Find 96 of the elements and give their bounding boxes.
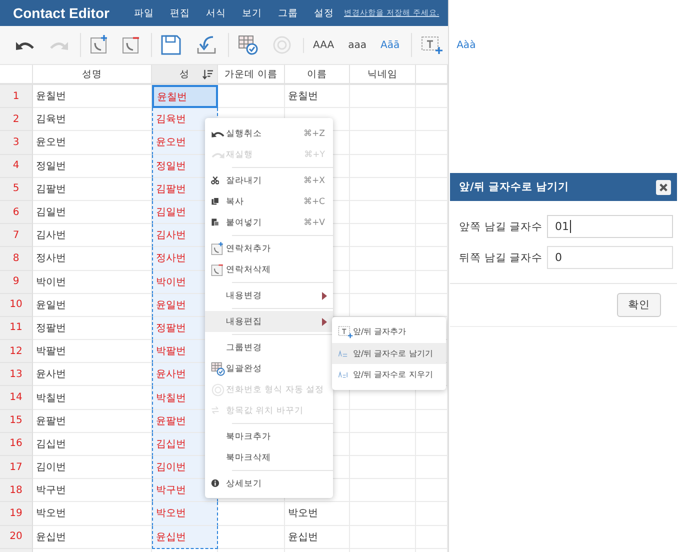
- info-icon: [211, 479, 220, 488]
- swap-arrows-icon: [211, 406, 220, 415]
- row-number: 14: [0, 386, 33, 410]
- confirm-button[interactable]: 확인: [617, 293, 661, 317]
- text-style-button[interactable]: Aàà: [452, 38, 480, 52]
- phone-minus-icon: [122, 35, 140, 55]
- text-cursor: [570, 220, 572, 233]
- window-title: Contact Editor: [13, 5, 110, 21]
- table-cell: [416, 410, 448, 433]
- column-header[interactable]: 가운데 이름: [218, 65, 285, 85]
- row-number: 1: [0, 85, 33, 108]
- table-cell: [218, 502, 285, 526]
- table-cell: 윤칠번: [285, 85, 350, 108]
- menu-item[interactable]: 편집: [162, 6, 198, 20]
- input-field[interactable]: 0: [547, 246, 673, 269]
- row-number: 11: [0, 316, 33, 340]
- paste-icon: [211, 218, 220, 227]
- table-cell: [416, 178, 448, 201]
- table-cell: [218, 526, 285, 549]
- menu-item[interactable]: 서식: [198, 6, 234, 20]
- row-number: 9: [0, 270, 33, 294]
- text-style-button[interactable]: Aāā: [376, 38, 404, 52]
- table-cell: [416, 131, 448, 155]
- row-number: 13: [0, 363, 33, 386]
- text-style-button[interactable]: aaa: [344, 38, 370, 52]
- menu-item[interactable]: 보기: [234, 6, 270, 20]
- dialog-title: 앞/뒤 글자수로 남기기: [459, 180, 570, 194]
- close-button[interactable]: [656, 180, 671, 194]
- table-cell: [416, 432, 448, 456]
- column-header[interactable]: 이름: [285, 65, 350, 85]
- table-cell: [416, 270, 448, 294]
- row-number: 19: [0, 502, 33, 526]
- menu-item[interactable]: 그룹: [270, 6, 306, 20]
- column-header[interactable]: 닉네임: [350, 65, 416, 85]
- row-number: 6: [0, 200, 33, 224]
- field-label: 앞쪽 남길 글자수: [459, 220, 539, 234]
- globe-icon: [211, 382, 225, 396]
- table-cell: [416, 502, 448, 526]
- table-cell: 윤십번: [285, 526, 350, 549]
- grid-check-icon: [238, 35, 258, 55]
- column-header[interactable]: 성명: [33, 65, 152, 85]
- text-insert-icon: [420, 35, 443, 55]
- table-cell: 박오번: [152, 502, 218, 526]
- table-cell: [416, 200, 448, 224]
- text-style-button[interactable]: AAA: [303, 38, 338, 52]
- table-cell: [416, 224, 448, 248]
- row-number: 12: [0, 340, 33, 364]
- menu-item[interactable]: 앞/뒤 글자수로 지우기: [332, 364, 446, 386]
- close-icon: [659, 182, 668, 192]
- shortcut-label: ⌘+V: [304, 218, 325, 228]
- row-number: 2: [0, 108, 33, 132]
- menu-item[interactable]: 앞/뒤 글자추가: [332, 321, 446, 342]
- table-cell: [416, 247, 448, 270]
- shortcut-label: ⌘+X: [304, 176, 325, 186]
- menu-item[interactable]: 앞/뒤 글자수로 남기기: [332, 342, 446, 364]
- table-cell: [416, 108, 448, 132]
- scissors-icon: [211, 176, 220, 185]
- table-cell: [416, 85, 448, 108]
- column-header[interactable]: 성: [152, 65, 218, 85]
- phone-plus-icon: [90, 35, 108, 55]
- menu-item[interactable]: 설정: [306, 6, 342, 20]
- row-number: 5: [0, 178, 33, 201]
- phone-plus-icon: [211, 242, 224, 256]
- globe-icon: [272, 35, 292, 55]
- row-number: 17: [0, 456, 33, 480]
- row-number: 3: [0, 131, 33, 155]
- table-cell: [416, 456, 448, 480]
- row-number: 4: [0, 154, 33, 178]
- row-number: 8: [0, 247, 33, 270]
- table-cell: [350, 85, 416, 108]
- row-number: 15: [0, 410, 33, 433]
- shortcut-label: ⌘+C: [303, 196, 325, 206]
- menu-item[interactable]: 내용편집: [205, 311, 333, 332]
- text-erase-icon: [338, 371, 348, 378]
- sort-icon[interactable]: [202, 69, 213, 80]
- row-number: 20: [0, 526, 33, 549]
- row-number: 16: [0, 432, 33, 456]
- copy-icon: [211, 197, 220, 206]
- table-cell: 박오번: [285, 502, 350, 526]
- input-field[interactable]: 01: [547, 215, 673, 238]
- phone-minus-icon: [211, 262, 224, 276]
- table-cell: 윤칠번: [152, 85, 218, 108]
- shortcut-label: ⌘+Z: [304, 128, 325, 138]
- table-cell: [416, 154, 448, 178]
- row-number: 7: [0, 224, 33, 248]
- grid-check-icon: [211, 362, 225, 376]
- table-cell: 윤십번: [152, 526, 218, 549]
- table-cell: [416, 479, 448, 502]
- row-number: 18: [0, 479, 33, 502]
- text-keep-icon: [338, 350, 348, 357]
- text-insert-icon: [338, 324, 353, 339]
- import-arrow-icon: [195, 35, 217, 55]
- table-cell: [416, 526, 448, 549]
- row-number: 10: [0, 294, 33, 317]
- field-label: 뒤쪽 남길 글자수: [459, 250, 539, 264]
- menu-item[interactable]: 파일: [126, 6, 162, 20]
